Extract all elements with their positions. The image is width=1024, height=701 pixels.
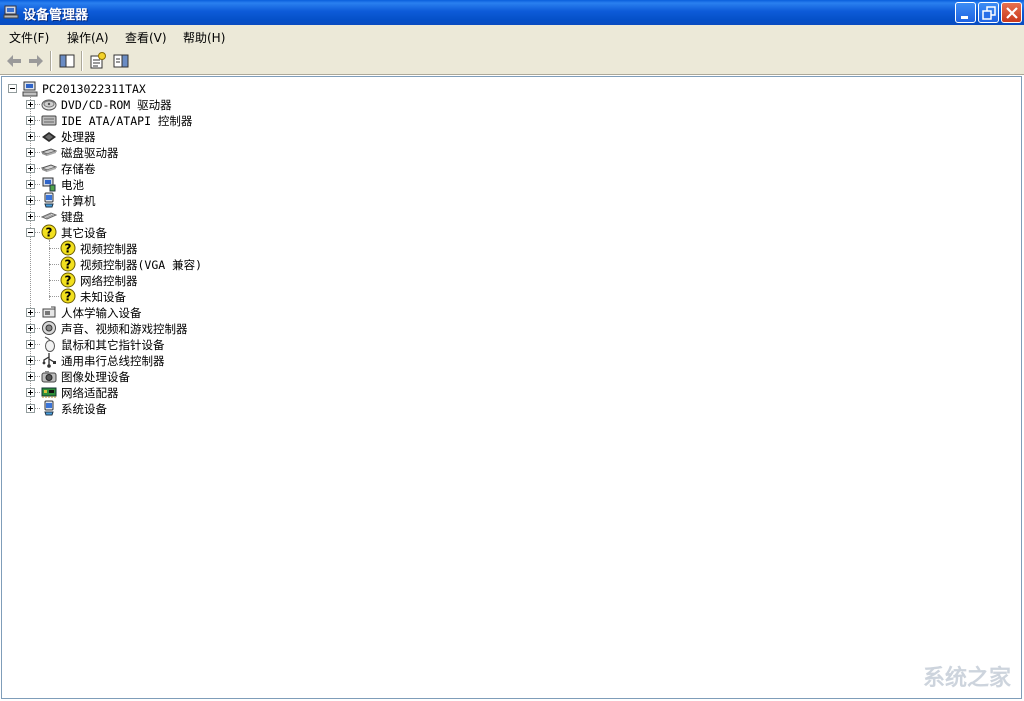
restore-button[interactable] [978, 2, 999, 23]
watermark: 系统之家 [922, 666, 1011, 691]
storage-volume-icon [41, 164, 57, 172]
close-button[interactable] [1001, 2, 1022, 23]
menu-action[interactable]: 操作(A) [67, 29, 109, 46]
properties-icon[interactable] [88, 51, 108, 71]
restore-icon [982, 6, 996, 20]
expand-toggle[interactable] [26, 340, 35, 349]
expand-toggle[interactable] [26, 100, 35, 109]
expand-toggle[interactable] [26, 116, 35, 125]
unknown-device-icon: ? [60, 256, 76, 272]
system-device-icon [44, 400, 54, 416]
tree-line [49, 280, 59, 281]
tree-item-label: 电池 [61, 178, 84, 192]
keyboard-icon [41, 212, 57, 220]
tree-item-label: 处理器 [61, 130, 96, 144]
tree-item-label: 通用串行总线控制器 [61, 354, 165, 368]
unknown-device-icon: ? [41, 224, 57, 240]
unknown-device-icon: ? [60, 288, 76, 304]
show-hide-tree-icon[interactable] [57, 51, 77, 71]
ide-controller-icon [41, 115, 57, 126]
window-title: 设备管理器 [23, 8, 89, 23]
computer-icon [22, 81, 38, 97]
processor-icon [42, 132, 56, 142]
svg-text:?: ? [65, 290, 72, 304]
tree-line [49, 240, 50, 300]
tree-item-label: 未知设备 [80, 290, 126, 304]
tree-item-label: 磁盘驱动器 [61, 146, 119, 160]
tree-item-label: 视频控制器(VGA 兼容) [80, 258, 203, 272]
tree-item-label: DVD/CD-ROM 驱动器 [61, 98, 172, 112]
imaging-icon [41, 371, 57, 383]
back-arrow-icon[interactable] [4, 51, 24, 71]
root-collapse-toggle[interactable] [8, 84, 17, 93]
expand-toggle[interactable] [26, 196, 35, 205]
title-bar[interactable]: 设备管理器 [0, 0, 1024, 26]
expand-toggle[interactable] [26, 356, 35, 365]
toolbar-separator [81, 51, 83, 71]
device-tree-pane[interactable]: PC2013022311TAX DVD/CD-ROM 驱动器 IDE ATA/A… [1, 76, 1022, 699]
network-adapter-icon [41, 387, 57, 398]
toolbar-separator [50, 51, 52, 71]
expand-toggle[interactable] [26, 404, 35, 413]
tree-item-label: 网络控制器 [80, 274, 138, 288]
collapse-toggle[interactable] [26, 228, 35, 237]
toolbar [0, 48, 1024, 75]
hid-icon [42, 306, 56, 318]
expand-toggle[interactable] [26, 164, 35, 173]
tree-item-label: 键盘 [61, 210, 84, 224]
cdrom-icon [41, 99, 57, 111]
expand-toggle[interactable] [26, 388, 35, 397]
tree-line [49, 264, 59, 265]
menu-help[interactable]: 帮助(H) [183, 29, 225, 46]
forward-arrow-icon[interactable] [26, 51, 46, 71]
menu-file[interactable]: 文件(F) [9, 29, 49, 46]
svg-text:?: ? [65, 242, 72, 256]
tree-item-label: IDE ATA/ATAPI 控制器 [61, 114, 193, 128]
unknown-device-icon: ? [60, 272, 76, 288]
tree-item-label: 系统设备 [61, 402, 107, 416]
tree-item-label: 网络适配器 [61, 386, 119, 400]
svg-text:?: ? [46, 226, 53, 240]
expand-toggle[interactable] [26, 180, 35, 189]
svg-text:?: ? [65, 274, 72, 288]
close-icon [1006, 7, 1018, 19]
tree-item-label: 鼠标和其它指针设备 [61, 338, 165, 352]
device-manager-icon [3, 5, 19, 19]
minimize-icon [961, 16, 968, 19]
tree-item-label: 声音、视频和游戏控制器 [61, 322, 188, 336]
tree-item-label: 人体学输入设备 [61, 306, 142, 320]
mouse-icon [44, 336, 55, 352]
expand-toggle[interactable] [26, 132, 35, 141]
menu-view[interactable]: 查看(V) [125, 29, 167, 46]
disk-drive-icon [41, 148, 57, 156]
expand-toggle[interactable] [26, 308, 35, 317]
tree-item-label: 存储卷 [61, 162, 96, 176]
battery-icon [42, 177, 56, 192]
svg-text:?: ? [65, 258, 72, 272]
tree-item-label: 其它设备 [61, 226, 107, 240]
usb-icon [42, 353, 56, 368]
expand-toggle[interactable] [26, 148, 35, 157]
unknown-device-icon: ? [60, 240, 76, 256]
minimize-button[interactable] [955, 2, 976, 23]
tree-line [49, 296, 59, 297]
expand-toggle[interactable] [26, 324, 35, 333]
expand-toggle[interactable] [26, 372, 35, 381]
tree-item-label: 图像处理设备 [61, 370, 130, 384]
help-pane-icon[interactable] [111, 51, 131, 71]
tree-item-label: 计算机 [61, 194, 96, 208]
computer-icon [44, 192, 54, 208]
tree-line [49, 248, 59, 249]
tree-root-label: PC2013022311TAX [42, 82, 146, 96]
menu-bar: 文件(F) 操作(A) 查看(V) 帮助(H) [0, 25, 1024, 49]
tree-item-label: 视频控制器 [80, 242, 138, 256]
expand-toggle[interactable] [26, 212, 35, 221]
sound-icon [42, 321, 56, 335]
